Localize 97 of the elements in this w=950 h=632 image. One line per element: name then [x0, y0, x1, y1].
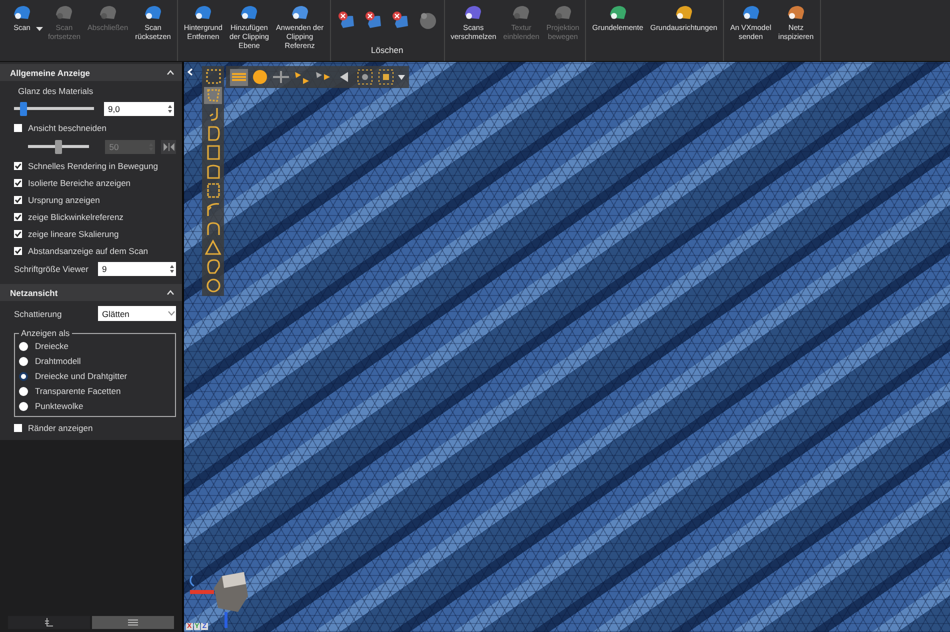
- view-mode-icon: [272, 68, 290, 86]
- checkbox-label: Ränder anzeigen: [28, 422, 93, 432]
- axes-icon: [45, 618, 53, 627]
- ribbon-tool-icon: [786, 3, 806, 21]
- mesh-delete-icon: [390, 10, 411, 30]
- checkbox-label: zeige Blickwinkelreferenz: [28, 212, 124, 222]
- ribbon-tool-icon: [463, 3, 484, 21]
- checkbox-label: zeige lineare Skalierung: [28, 228, 119, 238]
- ribbon-tool-icon: [290, 3, 310, 21]
- view-tool-button[interactable]: [377, 68, 395, 86]
- ribbon-tool-icon: [239, 3, 260, 21]
- checkbox[interactable]: [14, 424, 22, 432]
- radio-button[interactable]: [19, 386, 28, 396]
- collapse-icon[interactable]: [167, 70, 174, 75]
- selection-shape-icon: [204, 258, 222, 275]
- slider-thumb[interactable]: [20, 102, 27, 116]
- selection-shape-icon: [204, 277, 222, 294]
- checkbox-label: Ansicht beschneiden: [28, 122, 106, 132]
- mesh-view-placeholder[interactable]: [184, 62, 950, 632]
- view-tool-button[interactable]: [251, 68, 269, 86]
- radio-label: Dreiecke und Drahtgitter: [35, 371, 128, 381]
- ribbon-tool-icon: [552, 3, 573, 21]
- ribbon-group-label: Löschen: [370, 45, 404, 57]
- selection-shape-icon: [204, 220, 222, 237]
- checkbox[interactable]: [14, 196, 22, 204]
- view-mode-icon: [356, 68, 374, 86]
- group-title: Anzeigen als: [20, 328, 71, 338]
- checkbox[interactable]: [14, 124, 22, 132]
- ribbon-tool-icon: [12, 3, 32, 21]
- selection-shape-icon: [204, 144, 222, 161]
- radio-label: Drahtmodell: [35, 356, 81, 366]
- setting-label: Schriftgröße Viewer: [14, 264, 88, 274]
- view-tool-button[interactable]: [272, 68, 290, 86]
- section-header[interactable]: Allgemeine Anzeige: [0, 64, 182, 81]
- selection-tool-button[interactable]: [204, 68, 222, 85]
- radio-label: Transparente Facetten: [35, 386, 121, 396]
- ribbon-tool-icon: [740, 3, 761, 21]
- caret-icon[interactable]: [36, 27, 43, 31]
- view-tool-button[interactable]: [230, 68, 248, 86]
- ribbon-tool-icon: [98, 3, 118, 21]
- selection-tool-button[interactable]: [204, 220, 222, 237]
- ribbon-tool-icon: [54, 3, 74, 21]
- setting-label: Schattierung: [14, 308, 62, 318]
- selection-tool-button[interactable]: [204, 163, 222, 180]
- mesh-delete-icon: [336, 10, 357, 30]
- checkbox[interactable]: [14, 246, 22, 254]
- checkbox-label: Isolierte Bereiche anzeigen: [28, 178, 131, 188]
- panel-tab[interactable]: [92, 616, 174, 629]
- spinner-icon[interactable]: [167, 104, 173, 114]
- selection-shape-icon: [204, 87, 222, 104]
- mesh-delete-icon: [364, 10, 384, 30]
- view-tool-button[interactable]: [356, 68, 374, 86]
- collapse-icon[interactable]: [167, 290, 174, 295]
- selection-tool-button[interactable]: [204, 277, 222, 294]
- selection-shape-icon: [204, 201, 222, 218]
- selection-tool-button[interactable]: [204, 258, 222, 275]
- selection-shape-icon: [204, 68, 222, 85]
- ribbon-tool-icon: [193, 3, 214, 21]
- selection-tool-button[interactable]: [204, 201, 222, 218]
- ribbon-tool-icon: [608, 3, 628, 21]
- radio-button[interactable]: [19, 356, 28, 366]
- view-mode-icon: [377, 68, 395, 86]
- checkbox-label: Ursprung anzeigen: [28, 194, 100, 204]
- checkbox-label: Schnelles Rendering in Bewegung: [28, 160, 158, 170]
- selection-tool-button[interactable]: [204, 182, 222, 199]
- flip-button[interactable]: [161, 140, 176, 154]
- view-mode-icon: [251, 68, 269, 86]
- number-field[interactable]: 9,0: [104, 102, 174, 116]
- radio-button[interactable]: [19, 342, 28, 350]
- radio-label: Punktewolke: [35, 401, 84, 411]
- flip-icon: [162, 142, 175, 150]
- setting-label: Glanz des Materials: [17, 86, 94, 96]
- section-header[interactable]: Netzansicht: [0, 284, 182, 301]
- checkbox[interactable]: [14, 178, 22, 186]
- section-title: Allgemeine Anzeige: [10, 68, 90, 78]
- ribbon-tool-icon: [511, 3, 532, 21]
- selection-tool-button[interactable]: [204, 239, 222, 256]
- checkbox-label: Abstandsanzeige auf dem Scan: [28, 246, 148, 256]
- number-field[interactable]: 9: [98, 262, 176, 276]
- radio-label: Dreiecke: [35, 341, 69, 351]
- spinner-icon[interactable]: [169, 264, 175, 274]
- selection-shape-icon: [204, 182, 222, 199]
- selection-tool-button[interactable]: [204, 144, 222, 161]
- section-title: Netzansicht: [10, 288, 58, 298]
- checkbox[interactable]: [14, 230, 22, 238]
- checkbox[interactable]: [14, 162, 22, 170]
- radio-button[interactable]: [19, 402, 28, 410]
- ribbon-tool-icon: [143, 3, 163, 21]
- checkbox[interactable]: [14, 212, 22, 220]
- ribbon-tool-icon: [674, 3, 694, 21]
- radio-button[interactable]: [19, 372, 28, 380]
- shading-dropdown[interactable]: Glätten: [98, 306, 176, 321]
- sphere-delete-icon: [418, 10, 438, 30]
- selection-shape-icon: [204, 239, 222, 256]
- list-icon: [128, 619, 138, 626]
- selection-shape-icon: [204, 163, 222, 180]
- caret-icon[interactable]: [398, 74, 405, 80]
